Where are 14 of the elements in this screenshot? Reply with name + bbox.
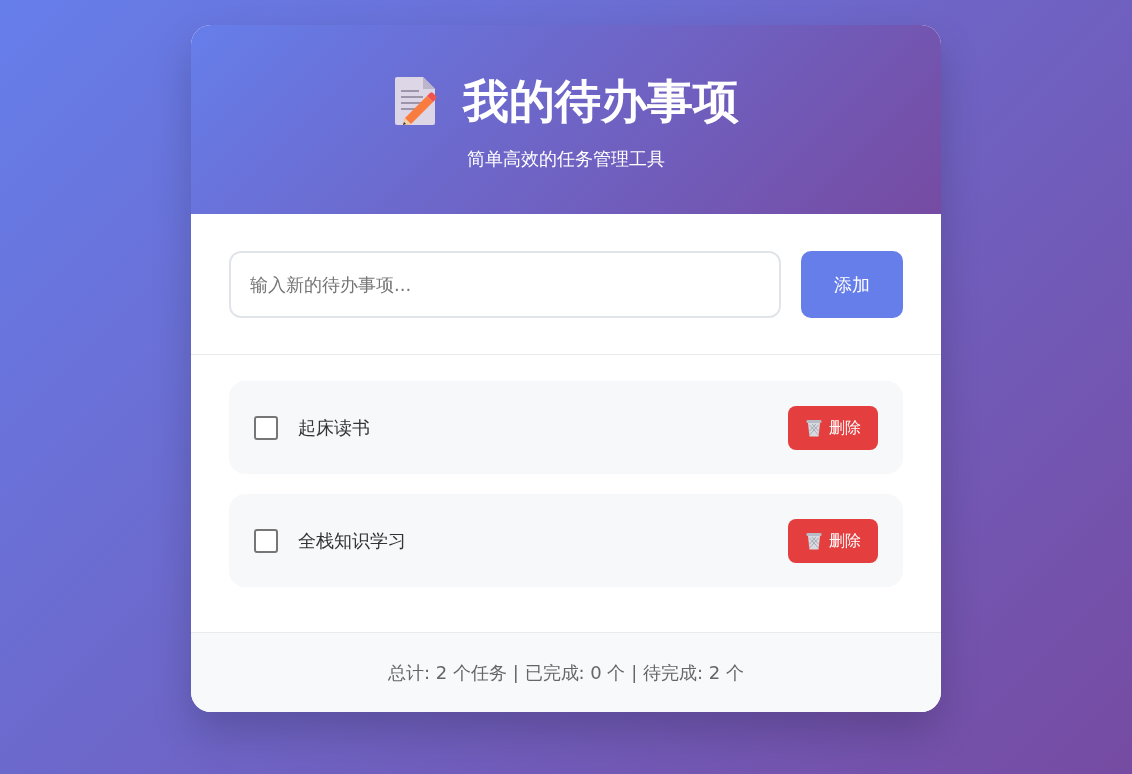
page-title: 我的待办事项 [463,73,739,130]
memo-pencil-icon [393,76,437,126]
todo-text: 起床读书 [298,416,371,440]
checkbox[interactable] [254,528,278,553]
page-subtitle: 简单高效的任务管理工具 [467,147,665,171]
wastebasket-icon [805,531,822,550]
checkbox[interactable] [254,415,278,440]
task-summary: 总计: 2 个任务 | 已完成: 0 个 | 待完成: 2 个 [388,661,744,685]
delete-button[interactable]: 删除 [788,405,878,450]
todo-text: 全栈知识学习 [298,529,407,553]
wastebasket-icon [805,418,822,437]
add-button[interactable]: 添加 [801,250,903,318]
new-todo-input[interactable]: 输入新的待办事项... [229,250,781,318]
delete-button[interactable]: 删除 [788,518,878,563]
